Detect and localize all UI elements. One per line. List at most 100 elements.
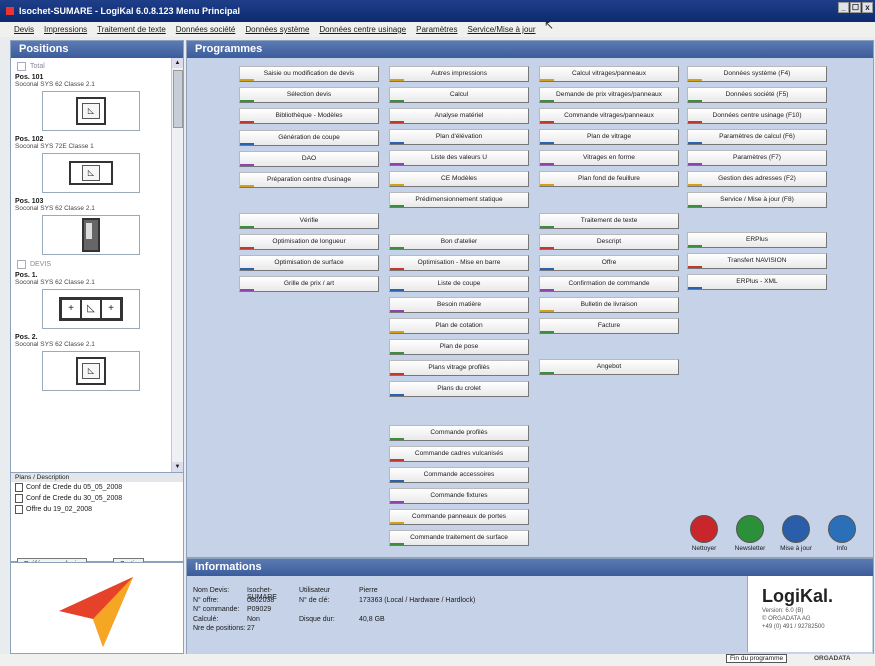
programme-button-col3b-5[interactable]: Facture — [539, 318, 679, 334]
list-item[interactable]: Pos. 1. Soconal SYS 62 Classe 2.1 + ◺ + — [15, 272, 167, 329]
group-label: DEVIS — [30, 261, 52, 268]
menu-donnees-centre[interactable]: Données centre usinage — [319, 25, 406, 34]
programme-button-col2c-2[interactable]: Commande accessoires — [389, 467, 529, 483]
scroll-thumb[interactable] — [173, 70, 183, 128]
programme-button-col3-3[interactable]: Plan de vitrage — [539, 129, 679, 145]
programme-button-col1b-2[interactable]: Optimisation de surface — [239, 255, 379, 271]
programme-button-col3-5[interactable]: Plan fond de feuillure — [539, 171, 679, 187]
programme-button-col2-3[interactable]: Plan d'élévation — [389, 129, 529, 145]
programme-button-col1-2[interactable]: Bibliothèque - Modèles — [239, 108, 379, 125]
programme-button-col2-6[interactable]: Prédimensionnement statique — [389, 192, 529, 208]
programme-button-col1-3[interactable]: Génération de coupe — [239, 129, 379, 146]
programme-button-col4-4[interactable]: Paramètres (F7) — [687, 150, 827, 166]
programme-button-col2c-1[interactable]: Commande cadres vulcanisés — [389, 446, 529, 462]
app-icon — [6, 7, 14, 15]
menu-donnees-systeme[interactable]: Données système — [245, 25, 309, 34]
programme-button-col2b-1[interactable]: Optimisation - Mise en barre — [389, 255, 529, 271]
programme-button-col2-0[interactable]: Autres impressions — [389, 66, 529, 82]
button-accent — [540, 226, 554, 228]
info-key: Nre de positions: — [193, 625, 246, 632]
group-devis[interactable]: DEVIS — [17, 260, 167, 269]
programme-button-col1b-1[interactable]: Optimisation de longueur — [239, 234, 379, 250]
orgadata-logo-panel — [10, 562, 184, 654]
info-value: P09029 — [247, 606, 272, 613]
programme-button-col2b-4[interactable]: Plan de cotation — [389, 318, 529, 334]
list-item[interactable]: Pos. 102 Soconal SYS 72E Classe 1 ◺ — [15, 136, 167, 193]
programme-button-col1b-3[interactable]: Grille de prix / art — [239, 276, 379, 292]
info-key: N° offre: — [193, 596, 219, 604]
info-button[interactable]: Info — [824, 515, 860, 552]
button-accent — [688, 121, 702, 123]
plan-row[interactable]: Conf de Crede du 05_05_2008 — [11, 482, 183, 493]
positions-scrollbar[interactable]: ▲ ▼ — [171, 58, 183, 472]
scroll-up-icon[interactable]: ▲ — [172, 58, 183, 68]
newsletter-button[interactable]: Newsletter — [732, 515, 768, 552]
programme-button-col3-1[interactable]: Demande de prix vitrages/panneaux — [539, 87, 679, 103]
nettoyer-button[interactable]: Nettoyer — [686, 515, 722, 552]
button-accent — [390, 289, 404, 291]
programme-button-col3-2[interactable]: Commande vitrages/panneaux — [539, 108, 679, 124]
programme-button-col2b-0[interactable]: Bon d'atelier — [389, 234, 529, 250]
programmes-header: Programmes — [187, 41, 873, 58]
programme-button-col4-0[interactable]: Données système (F4) — [687, 66, 827, 82]
programme-button-col3b-1[interactable]: Descript — [539, 234, 679, 250]
programme-button-col4b-0[interactable]: ERPlus — [687, 232, 827, 248]
programme-button-col1-1[interactable]: Sélection devis — [239, 87, 379, 104]
programme-button-col3b-0[interactable]: Traitement de texte — [539, 213, 679, 229]
list-item[interactable]: Pos. 103 Soconal SYS 62 Classe 2.1 — [15, 198, 167, 255]
list-item[interactable]: Pos. 2. Soconal SYS 62 Classe 2.1 ◺ — [15, 334, 167, 391]
scroll-down-icon[interactable]: ▼ — [172, 462, 183, 472]
menu-service[interactable]: Service/Mise à jour — [467, 25, 535, 34]
programme-button-col3b-4[interactable]: Bulletin de livraison — [539, 297, 679, 313]
programme-button-col1-5[interactable]: Préparation centre d'usinage — [239, 172, 379, 188]
menu-devis[interactable]: Devis — [14, 25, 34, 34]
group-total[interactable]: Total — [17, 62, 167, 71]
informations-panel: Informations Nom Devis: Isochet-SUMARE Uti… — [186, 558, 874, 656]
programme-button-col2-4[interactable]: Liste des valeurs U — [389, 150, 529, 166]
programme-button-col2b-5[interactable]: Plan de pose — [389, 339, 529, 355]
programme-button-col1b-0[interactable]: Vérifie — [239, 213, 379, 229]
programme-button-col3b-2[interactable]: Offre — [539, 255, 679, 271]
programme-button-col2b-2[interactable]: Liste de coupe — [389, 276, 529, 292]
menu-traitement-texte[interactable]: Traitement de texte — [97, 25, 166, 34]
button-accent — [688, 287, 702, 289]
plan-row[interactable]: Conf de Crede du 30_05_2008 — [11, 493, 183, 504]
programme-button-col4-2[interactable]: Données centre usinage (F10) — [687, 108, 827, 124]
programme-button-col4-5[interactable]: Gestion des adresses (F2) — [687, 171, 827, 187]
plan-row[interactable]: Offre du 19_02_2008 — [11, 504, 183, 515]
menu-donnees-societe[interactable]: Données société — [176, 25, 236, 34]
programme-button-col4b-2[interactable]: ERPlus - XML — [687, 274, 827, 290]
programme-button-col3-0[interactable]: Calcul vitrages/panneaux — [539, 66, 679, 82]
programme-button-col4b-1[interactable]: Transfert NAVISION — [687, 253, 827, 269]
programme-button-col1-0[interactable]: Saisie ou modification de devis — [239, 66, 379, 82]
programme-button-col4-1[interactable]: Données société (F5) — [687, 87, 827, 103]
info-value: Isochet-SUMARE — [247, 587, 277, 601]
programme-button-col2c-4[interactable]: Commande panneaux de portes — [389, 509, 529, 525]
document-icon — [15, 483, 23, 492]
maximize-button[interactable]: ☐ — [850, 2, 861, 13]
programme-button-col2c-3[interactable]: Commande fixtures — [389, 488, 529, 504]
programme-button-col4-6[interactable]: Service / Mise à jour (F8) — [687, 192, 827, 208]
programme-button-col3c-0[interactable]: Angebot — [539, 359, 679, 375]
menu-parametres[interactable]: Paramètres — [416, 25, 457, 34]
programme-button-col1-4[interactable]: DAO — [239, 150, 379, 167]
positions-list[interactable]: Total Pos. 101 Soconal SYS 62 Classe 2.1… — [11, 58, 171, 472]
minimize-button[interactable]: _ — [838, 2, 849, 13]
close-button[interactable]: x — [862, 2, 873, 13]
programme-button-col4-3[interactable]: Paramètres de calcul (F6) — [687, 129, 827, 145]
programme-button-col2-2[interactable]: Analyse matériel — [389, 108, 529, 124]
programme-button-col2b-3[interactable]: Besoin matière — [389, 297, 529, 313]
mise-a-jour-button[interactable]: Mise à jour — [778, 515, 814, 552]
button-accent — [540, 163, 554, 165]
list-item[interactable]: Pos. 101 Soconal SYS 62 Classe 2.1 ◺ — [15, 74, 167, 131]
programme-button-col2b-6[interactable]: Plans vitrage profilés — [389, 360, 529, 376]
programme-button-col3b-3[interactable]: Confirmation de commande — [539, 276, 679, 292]
programme-button-col2c-5[interactable]: Commande traitement de surface — [389, 530, 529, 546]
button-accent — [688, 184, 702, 186]
programme-button-col2-5[interactable]: CE Modèles — [389, 171, 529, 187]
programme-button-col2-1[interactable]: Calcul — [389, 87, 529, 103]
programme-button-col3-4[interactable]: Vitrages en forme — [539, 150, 679, 166]
menu-impressions[interactable]: Impressions — [44, 25, 87, 34]
programme-button-col2b-7[interactable]: Plans du crolet — [389, 381, 529, 397]
programme-button-col2c-0[interactable]: Commande profilés — [389, 425, 529, 441]
